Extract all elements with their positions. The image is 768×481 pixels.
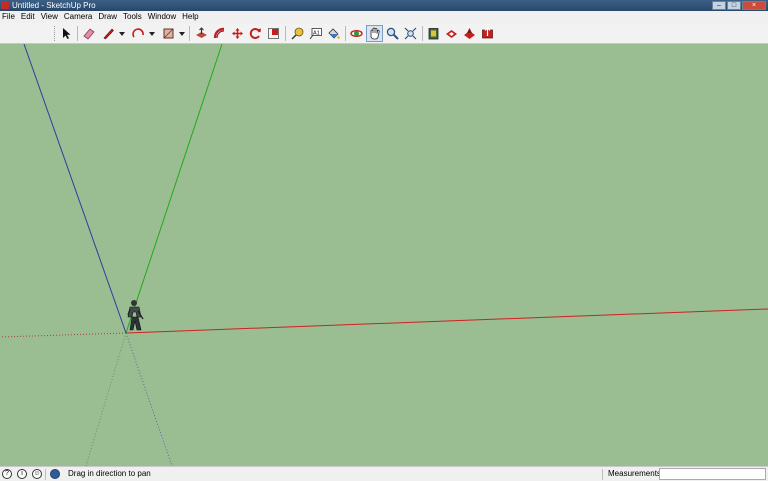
share-model-tool-button[interactable] xyxy=(443,25,460,42)
upload-tool-button[interactable] xyxy=(479,25,496,42)
green-axis-negative xyxy=(85,332,127,466)
axes-drawing xyxy=(0,44,768,466)
line-tool-dropdown-arrow[interactable] xyxy=(119,32,125,36)
measurements-input[interactable] xyxy=(659,468,766,480)
rectangle-tool-button[interactable] xyxy=(160,25,177,42)
orbit-icon xyxy=(350,30,363,37)
tape-measure-icon xyxy=(291,27,304,40)
zoom-tool-button[interactable] xyxy=(384,25,401,42)
red-axis-positive xyxy=(125,308,768,334)
menu-bar: File Edit View Camera Draw Tools Window … xyxy=(0,11,768,23)
rotate-icon xyxy=(249,28,261,39)
rotate-tool-button[interactable] xyxy=(247,25,264,42)
credits-info-icon[interactable]: i xyxy=(17,469,27,479)
text-tool-button[interactable]: A1 xyxy=(307,25,324,42)
toolbar-separator xyxy=(422,26,423,41)
user-account-icon[interactable]: ☺ xyxy=(32,469,42,479)
pan-tool-button[interactable] xyxy=(366,25,383,42)
pencil-icon xyxy=(103,28,114,40)
toolbar-separator xyxy=(77,26,78,41)
rectangle-icon xyxy=(163,28,174,39)
menu-help[interactable]: Help xyxy=(179,11,201,23)
window-controls: – □ × xyxy=(712,0,766,11)
scale-icon xyxy=(268,28,279,39)
svg-text:A1: A1 xyxy=(313,30,320,36)
green-axis-positive xyxy=(125,44,223,334)
toolbar-separator xyxy=(285,26,286,41)
extension-warehouse-icon xyxy=(464,28,475,39)
orbit-tool-button[interactable] xyxy=(348,25,365,42)
menu-view[interactable]: View xyxy=(38,11,61,23)
follow-me-icon xyxy=(213,27,225,39)
text-a1-icon: A1 xyxy=(309,28,322,40)
menu-edit[interactable]: Edit xyxy=(18,11,38,23)
zoom-extents-tool-button[interactable] xyxy=(402,25,419,42)
push-pull-tool-button[interactable] xyxy=(193,25,210,42)
line-tool-button[interactable] xyxy=(100,25,117,42)
upload-icon xyxy=(482,27,493,39)
sketchup-app-icon xyxy=(1,1,9,9)
arrow-pointer-icon xyxy=(63,28,71,39)
arc-tool-button[interactable] xyxy=(130,25,147,42)
large-tool-set-toolbar: A1 xyxy=(0,23,768,44)
title-bar: Untitled - SketchUp Pro – □ × xyxy=(0,0,768,11)
hand-icon xyxy=(370,27,380,40)
warehouse-tool-button[interactable] xyxy=(425,25,442,42)
minimize-button[interactable]: – xyxy=(712,1,726,10)
maximize-button[interactable]: □ xyxy=(727,1,741,10)
rectangle-tool-dropdown-arrow[interactable] xyxy=(179,32,185,36)
arc-icon xyxy=(132,28,144,38)
status-message: Drag in direction to pan xyxy=(68,469,151,478)
menu-window[interactable]: Window xyxy=(145,11,179,23)
tape-measure-tool-button[interactable] xyxy=(289,25,306,42)
red-axis-negative xyxy=(0,332,127,338)
toolbar-grip[interactable] xyxy=(54,26,57,41)
scale-tool-button[interactable] xyxy=(265,25,282,42)
model-viewport[interactable] xyxy=(0,44,768,466)
blue-axis-negative xyxy=(125,332,173,466)
window-title: Untitled - SketchUp Pro xyxy=(12,1,96,10)
select-tool-button[interactable] xyxy=(58,25,75,42)
follow-me-tool-button[interactable] xyxy=(211,25,228,42)
close-button[interactable]: × xyxy=(742,1,766,10)
menu-camera[interactable]: Camera xyxy=(61,11,95,23)
measurements-label: Measurements xyxy=(608,469,661,478)
menu-tools[interactable]: Tools xyxy=(120,11,145,23)
blue-axis-positive xyxy=(23,44,127,334)
magnifier-icon xyxy=(386,27,399,40)
move-tool-button[interactable] xyxy=(229,25,246,42)
menu-file[interactable]: File xyxy=(0,11,18,23)
eraser-tool-button[interactable] xyxy=(80,25,97,42)
toolbar-separator xyxy=(189,26,190,41)
paint-bucket-tool-button[interactable] xyxy=(325,25,342,42)
paint-bucket-icon xyxy=(328,28,340,39)
zoom-extents-icon xyxy=(404,27,417,40)
toolbar-separator xyxy=(345,26,346,41)
move-arrows-icon xyxy=(232,28,243,39)
push-pull-icon xyxy=(196,27,207,38)
share-model-icon xyxy=(446,30,457,38)
menu-draw[interactable]: Draw xyxy=(95,11,120,23)
scale-figure-person[interactable] xyxy=(127,300,144,331)
warehouse-icon xyxy=(428,28,439,40)
geolocation-icon[interactable]: ? xyxy=(2,469,12,479)
instructor-toggle-icon[interactable] xyxy=(50,469,60,479)
extension-warehouse-tool-button[interactable] xyxy=(461,25,478,42)
status-bar: ? i ☺ Drag in direction to pan Measureme… xyxy=(0,466,768,481)
status-separator xyxy=(602,469,603,480)
eraser-icon xyxy=(83,28,95,40)
status-separator xyxy=(45,469,46,480)
arc-tool-dropdown-arrow[interactable] xyxy=(149,32,155,36)
